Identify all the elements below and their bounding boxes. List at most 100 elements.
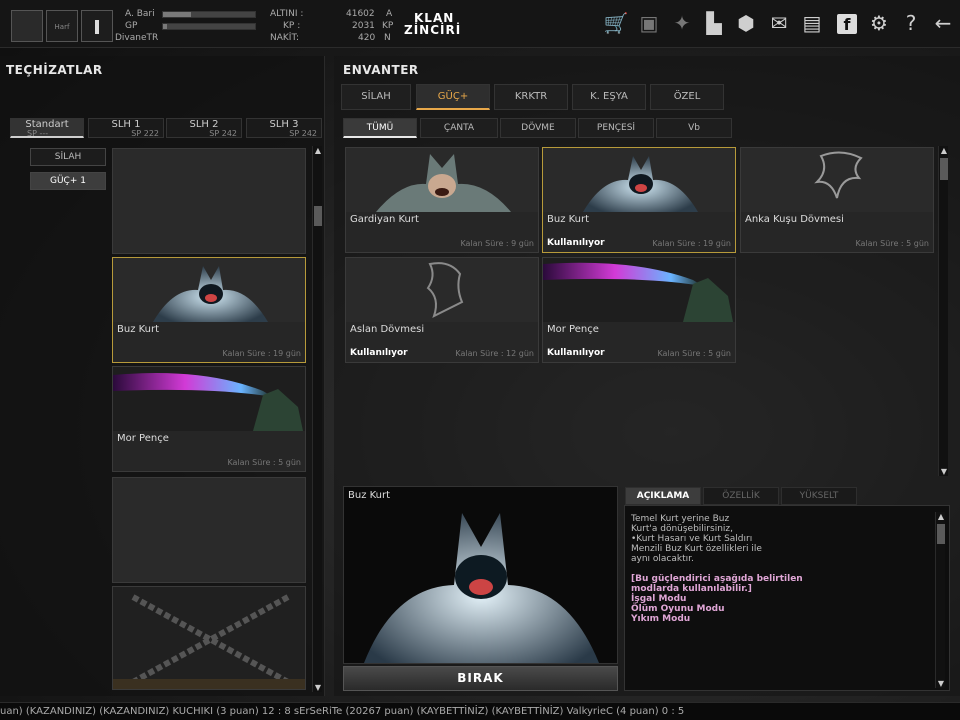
gp-label: GP bbox=[125, 21, 138, 31]
side-button-guc[interactable]: GÜÇ+ 1 bbox=[30, 172, 106, 190]
desc-line: Kurt'a dönüşebilirsiniz, bbox=[631, 524, 733, 534]
player-nickname: DivaneTR bbox=[115, 33, 159, 43]
subtab-vb[interactable]: Vb bbox=[656, 118, 732, 138]
tab-guc[interactable]: GÜÇ+ bbox=[416, 84, 490, 110]
tab-sp: SP --- bbox=[27, 129, 49, 138]
tab-krktr[interactable]: KRKTR bbox=[494, 84, 568, 110]
tab-slh-3[interactable]: SLH 3 SP 242 bbox=[246, 118, 322, 138]
match-ticker: uan) (KAZANDINIZ) (KAZANDINIZ) KUCHIKI (… bbox=[0, 702, 960, 720]
scroll-down-icon[interactable]: ▼ bbox=[939, 467, 949, 476]
item-time: Kalan Süre : 9 gün bbox=[460, 239, 534, 248]
card-name: Buz Kurt bbox=[117, 324, 160, 335]
box-icon[interactable]: ⬢ bbox=[733, 10, 759, 36]
desc-line: Temel Kurt yerine Buz bbox=[631, 514, 730, 524]
mode-line: İşgal Modu bbox=[631, 594, 687, 604]
equip-card-buz-kurt[interactable]: Buz Kurt Kalan Süre : 19 gün bbox=[112, 257, 306, 363]
desc-line: •Kurt Hasarı ve Kurt Saldırı bbox=[631, 534, 753, 544]
inventory-item-mor-pence[interactable]: Mor Pençe Kullanılıyor Kalan Süre : 5 gü… bbox=[542, 257, 736, 363]
scroll-down-icon[interactable]: ▼ bbox=[313, 683, 323, 692]
tab-standart[interactable]: Standart SP --- bbox=[10, 118, 84, 138]
item-name: Buz Kurt bbox=[547, 214, 590, 225]
tab-slh-2[interactable]: SLH 2 SP 242 bbox=[166, 118, 242, 138]
equip-slot-empty[interactable] bbox=[112, 477, 306, 583]
scroll-up-icon[interactable]: ▲ bbox=[939, 146, 949, 155]
item-time: Kalan Süre : 19 gün bbox=[652, 239, 731, 248]
scroll-thumb[interactable] bbox=[937, 524, 945, 544]
shop-cart-icon[interactable]: 🛒 bbox=[603, 10, 629, 36]
tab-silah[interactable]: SİLAH bbox=[341, 84, 411, 110]
subtab-tumu[interactable]: TÜMÜ bbox=[343, 118, 417, 138]
subtab-dovme[interactable]: DÖVME bbox=[500, 118, 576, 138]
scroll-up-icon[interactable]: ▲ bbox=[936, 512, 946, 521]
kp-value: 2031 bbox=[352, 21, 375, 31]
facebook-icon[interactable]: f bbox=[834, 10, 860, 36]
inventory-title: ENVANTER bbox=[343, 63, 419, 77]
item-name: Anka Kuşu Dövmesi bbox=[745, 214, 844, 225]
item-name: Aslan Dövmesi bbox=[350, 324, 425, 335]
scroll-thumb[interactable] bbox=[940, 158, 948, 180]
inventory-item-buz-kurt[interactable]: Buz Kurt Kullanılıyor Kalan Süre : 19 gü… bbox=[542, 147, 736, 253]
kp-label: KP : bbox=[283, 21, 301, 31]
scroll-up-icon[interactable]: ▲ bbox=[313, 146, 323, 155]
top-bar: Harf A. Bari GP DivaneTR ALTINI : KP : N… bbox=[0, 0, 960, 48]
inventory-item-aslan-dovmesi[interactable]: Aslan Dövmesi Kullanılıyor Kalan Süre : … bbox=[345, 257, 539, 363]
altini-label: ALTINI : bbox=[270, 9, 304, 19]
tab-yukselt[interactable]: YÜKSELT bbox=[781, 487, 857, 505]
gp-bar bbox=[162, 23, 256, 30]
item-using: Kullanılıyor bbox=[547, 348, 605, 358]
tab-slh-1[interactable]: SLH 1 SP 222 bbox=[88, 118, 164, 138]
gear-icon[interactable]: ⚙ bbox=[866, 10, 892, 36]
inventory-item-anka-kusu-dovmesi[interactable]: Anka Kuşu Dövmesi Kalan Süre : 5 gün bbox=[740, 147, 934, 253]
subtab-canta[interactable]: ÇANTA bbox=[420, 118, 498, 138]
subtab-pencesi[interactable]: PENÇESİ bbox=[578, 118, 654, 138]
buz-kurt-image bbox=[543, 148, 735, 212]
scroll-thumb[interactable] bbox=[314, 206, 322, 226]
equip-slot-empty[interactable] bbox=[112, 148, 306, 254]
quick-slot-3[interactable] bbox=[81, 10, 113, 42]
mode-line: Yıkım Modu bbox=[631, 614, 691, 624]
inventory-scrollbar[interactable]: ▲ ▼ bbox=[938, 146, 948, 476]
tab-sp: SP 222 bbox=[131, 129, 159, 138]
card-time: Kalan Süre : 5 gün bbox=[227, 458, 301, 467]
description-scrollbar[interactable]: ▲ ▼ bbox=[935, 512, 945, 688]
quick-slot-1[interactable] bbox=[11, 10, 43, 42]
tab-k-esya[interactable]: K. EŞYA bbox=[572, 84, 646, 110]
drop-button[interactable]: BIRAK bbox=[343, 666, 618, 691]
item-preview: Buz Kurt bbox=[343, 486, 618, 664]
book-icon[interactable]: ▙ bbox=[701, 10, 727, 36]
nakit-key: N bbox=[384, 33, 391, 43]
equipment-scrollbar[interactable]: ▲ ▼ bbox=[312, 146, 322, 692]
tab-sp: SP 242 bbox=[289, 129, 317, 138]
quick-slot-2[interactable]: Harf bbox=[46, 10, 78, 42]
card-name: Mor Pençe bbox=[117, 433, 169, 444]
side-button-silah[interactable]: SİLAH bbox=[30, 148, 106, 166]
mor-pence-image bbox=[543, 258, 735, 322]
equipment-title: TEÇHİZATLAR bbox=[6, 63, 103, 77]
mail-icon[interactable]: ✉ bbox=[766, 10, 792, 36]
player-name: A. Bari bbox=[125, 9, 155, 19]
help-icon[interactable]: ? bbox=[898, 10, 924, 36]
nakit-value: 420 bbox=[358, 33, 376, 43]
buz-kurt-image bbox=[113, 258, 305, 322]
inventory-item-gardiyan-kurt[interactable]: Gardiyan Kurt Kalan Süre : 9 gün bbox=[345, 147, 539, 253]
tab-aciklama[interactable]: AÇIKLAMA bbox=[625, 487, 701, 505]
klan-line-2: ZİNCİRİ bbox=[404, 23, 462, 37]
folder-icon[interactable]: ▤ bbox=[799, 10, 825, 36]
lion-tattoo-image bbox=[346, 258, 538, 322]
wolf-icon[interactable]: ✦ bbox=[669, 10, 695, 36]
altin-key: A bbox=[386, 9, 393, 19]
card-time: Kalan Süre : 19 gün bbox=[222, 349, 301, 358]
tab-ozel[interactable]: ÖZEL bbox=[650, 84, 724, 110]
preview-title: Buz Kurt bbox=[348, 490, 391, 501]
mode-line: Ölüm Oyunu Modu bbox=[631, 604, 725, 614]
equip-card-mor-pence[interactable]: Mor Pençe Kalan Süre : 5 gün bbox=[112, 366, 306, 472]
klan-zinciri-button[interactable]: KLAN ZİNCİRİ bbox=[404, 12, 466, 40]
desc-line: Menzili Buz Kurt özellikleri ile bbox=[631, 544, 762, 554]
item-using: Kullanılıyor bbox=[350, 348, 408, 358]
chain-lock-icon bbox=[113, 587, 305, 689]
item-using: Kullanılıyor bbox=[547, 238, 605, 248]
back-arrow-icon[interactable]: ← bbox=[930, 10, 956, 36]
tab-ozellik[interactable]: ÖZELLİK bbox=[703, 487, 779, 505]
scroll-down-icon[interactable]: ▼ bbox=[936, 679, 946, 688]
bag-icon[interactable]: ▣ bbox=[636, 10, 662, 36]
